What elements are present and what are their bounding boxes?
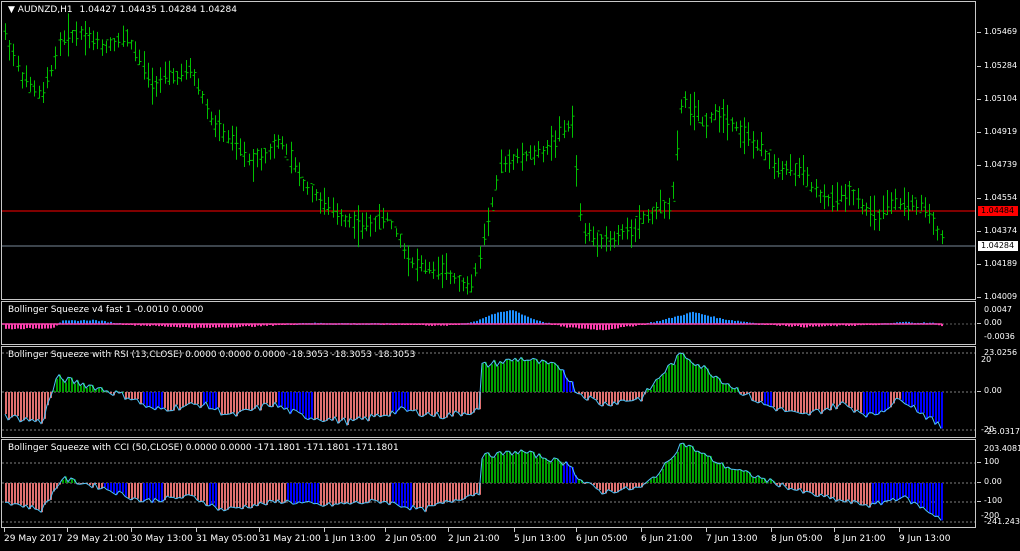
time-label: 30 May 13:00 (131, 534, 193, 544)
time-label: 5 Jun 13:00 (514, 534, 566, 544)
squeeze-cci-histogram (2, 442, 975, 523)
price-label: 1.05284 (984, 61, 1018, 70)
squeeze-rsi-histogram (2, 352, 975, 431)
scale-label: 0.00 (984, 318, 1002, 327)
scale-label: 0.00 (984, 386, 1002, 395)
time-label: 2 Jun 05:00 (385, 534, 437, 544)
scale-label: 100 (984, 457, 1000, 466)
scale-label: 203.4081 (984, 444, 1020, 453)
scale-label: 20 (981, 355, 992, 364)
scale-label: -241.2433 (984, 517, 1020, 526)
time-label: 8 Jun 05:00 (771, 534, 823, 544)
time-label: 1 Jun 13:00 (324, 534, 376, 544)
time-label: 29 May 2017 (4, 534, 63, 544)
time-label: 6 Jun 05:00 (576, 534, 628, 544)
price-label: 1.04189 (984, 259, 1018, 268)
squeeze-cci-panel[interactable]: Bollinger Squeeze with CCI (50,CLOSE) 0.… (1, 439, 976, 528)
indicator2-scale: 23.0256 20 0.00 -20 -25.0317 (977, 346, 1020, 438)
indicator1-scale: 0.0047 0.00 -0.0036 (977, 301, 1020, 345)
time-label: 2 Jun 21:00 (448, 534, 500, 544)
indicator3-scale: 203.4081 100 0.00 -100 -200 -241.2433 (977, 439, 1020, 528)
price-label: 1.04374 (984, 226, 1018, 235)
price-label: 1.04739 (984, 160, 1018, 169)
last-price-tag: 1.04284 (978, 241, 1018, 251)
time-axis[interactable]: 29 May 2017 29 May 21:00 30 May 13:00 31… (0, 528, 1020, 551)
price-label: 1.04554 (984, 193, 1018, 202)
scale-label: 0.00 (984, 477, 1002, 486)
scale-label: -0.0036 (984, 332, 1015, 341)
bid-price-tag: 1.04484 (978, 206, 1018, 216)
scale-label: 0.0047 (984, 305, 1012, 314)
squeeze-fast-histogram (2, 310, 975, 331)
price-label: 1.04919 (984, 127, 1018, 136)
price-scale[interactable]: 1.05469 1.05284 1.05104 1.04919 1.04739 … (977, 1, 1020, 301)
price-bars (2, 13, 975, 295)
scale-label: -100 (984, 496, 1003, 505)
time-label: 29 May 21:00 (67, 534, 129, 544)
time-label: 9 Jun 13:00 (899, 534, 951, 544)
time-label: 8 Jun 21:00 (834, 534, 886, 544)
scale-label: -25.0317 (984, 427, 1020, 436)
time-label: 6 Jun 21:00 (641, 534, 693, 544)
time-label: 7 Jun 13:00 (706, 534, 758, 544)
price-label: 1.04009 (984, 292, 1018, 301)
price-chart-panel[interactable]: ▼ AUDNZD,H1 1.04427 1.04435 1.04284 1.04… (1, 1, 976, 300)
price-label: 1.05104 (984, 94, 1018, 103)
time-label: 31 May 21:00 (259, 534, 321, 544)
time-label: 31 May 05:00 (196, 534, 258, 544)
squeeze-rsi-panel[interactable]: Bollinger Squeeze with RSI (13,CLOSE) 0.… (1, 346, 976, 438)
squeeze-fast-panel[interactable]: Bollinger Squeeze v4 fast 1 -0.0010 0.00… (1, 301, 976, 345)
price-label: 1.05469 (984, 27, 1018, 36)
